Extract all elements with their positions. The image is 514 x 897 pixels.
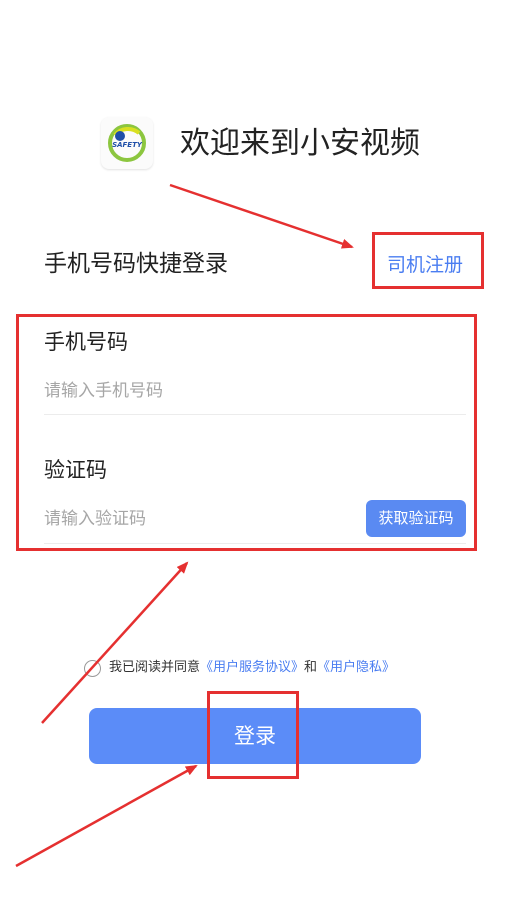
service-agreement-link[interactable]: 《用户服务协议》 — [200, 657, 304, 679]
app-logo: SAFETY — [101, 117, 153, 169]
welcome-title: 欢迎来到小安视频 — [180, 126, 420, 161]
arrow-to-login — [15, 764, 198, 868]
agreement-conjunction: 和 — [304, 660, 318, 675]
code-divider — [44, 543, 466, 544]
agreement-checkbox[interactable] — [84, 659, 101, 677]
driver-register-link[interactable]: 司机注册 — [387, 251, 463, 279]
login-subtitle: 手机号码快捷登录 — [44, 251, 228, 277]
phone-divider — [44, 414, 466, 415]
agreement-prefix: 我已阅读并同意 — [109, 660, 201, 675]
get-code-button[interactable]: 获取验证码 — [366, 500, 466, 537]
arrow-to-register — [169, 183, 354, 249]
code-input[interactable] — [44, 503, 344, 535]
privacy-policy-link[interactable]: 《用户隐私》 — [317, 657, 395, 679]
login-button[interactable]: 登录 — [89, 708, 421, 764]
agreement-row: 我已阅读并同意 《用户服务协议》 和 《用户隐私》 — [84, 657, 395, 679]
phone-label: 手机号码 — [44, 330, 128, 354]
arrow-to-form — [41, 561, 189, 724]
code-label: 验证码 — [44, 458, 107, 482]
safety-logo-icon: SAFETY — [108, 124, 146, 162]
logo-text: SAFETY — [112, 141, 143, 149]
phone-input[interactable] — [44, 375, 454, 407]
